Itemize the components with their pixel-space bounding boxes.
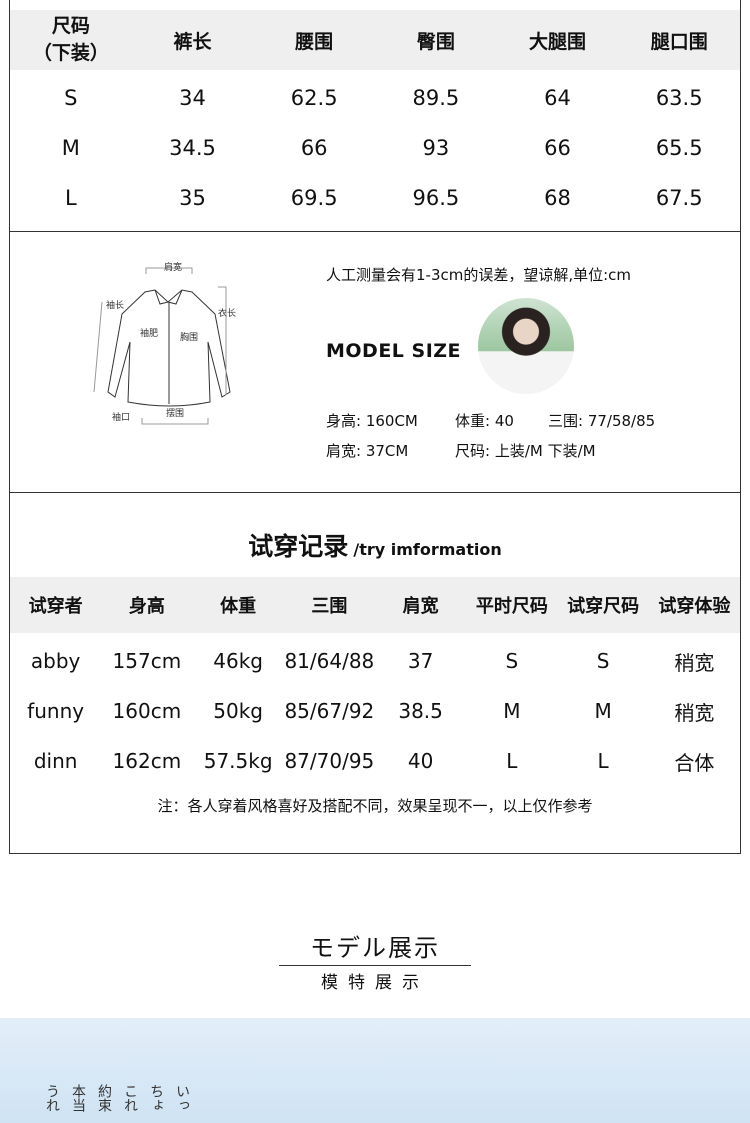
table-cell: 38.5 [398, 699, 443, 723]
table-cell: 162cm [112, 749, 182, 773]
size-table: 尺码 （下装） 裤长 腰围 臀围 大腿围 腿口围 S 34 62.5 89.5 64 63… [9, 0, 741, 232]
model-show-title: モデル展示 [310, 934, 440, 962]
try-on-note: 注：各人穿着风格喜好及搭配不同，效果呈现不一，以上仅作参考 [157, 797, 593, 815]
hero-text-column: うれ [44, 1084, 60, 1112]
measurement-note: 人工测量会有1-3cm的误差，望谅解,单位:cm [326, 266, 632, 284]
table-row: L 35 69.5 96.5 68 67.5 [10, 178, 740, 218]
table-cell: S [596, 649, 610, 673]
table-header-cell: 身高 [128, 596, 165, 617]
try-on-title-en: /try imformation [353, 540, 502, 559]
try-on-title-cn: 试穿记录 [248, 532, 349, 561]
try-on-section: 试穿记录 /try imformation 试穿者 身高 体重 三围 肩宽 平时尺码 试穿尺… [9, 492, 741, 854]
table-header-cell: 试穿尺码 [567, 596, 640, 617]
table-cell: 67.5 [655, 186, 703, 210]
table-cell: abby [30, 649, 81, 673]
table-cell: 66 [300, 136, 328, 160]
label-sleeve: 袖长 [106, 299, 124, 311]
model-photo [478, 298, 574, 394]
label-hem: 摆围 [166, 407, 184, 419]
table-cell: 34.5 [169, 136, 216, 160]
table-cell: 稍宽 [674, 650, 715, 675]
table-cell: 50kg [213, 699, 263, 723]
label-chest: 胸围 [180, 331, 198, 343]
table-row: dinn 162cm 57.5kg 87/70/95 40 L L 合体 [10, 741, 740, 781]
model-size-title: MODEL SIZE [326, 340, 462, 362]
table-cell: 81/64/88 [284, 649, 375, 673]
header-leg-opening: 腿口围 [650, 30, 708, 53]
table-cell: 89.5 [412, 86, 460, 110]
table-cell: 46kg [213, 649, 263, 673]
table-header-cell: 平时尺码 [475, 596, 548, 617]
divider [279, 965, 471, 966]
table-row: abby 157cm 46kg 81/64/88 37 S S 稍宽 [10, 641, 740, 681]
label-sleeve-width: 袖肥 [140, 327, 158, 339]
table-header-cell: 试穿体验 [658, 596, 731, 617]
table-cell: 68 [544, 186, 571, 210]
table-header-cell: 体重 [220, 596, 257, 617]
model-weight: 体重: 40 [455, 412, 514, 430]
table-cell: 63.5 [655, 86, 703, 110]
table-cell: dinn [33, 749, 78, 773]
header-thigh: 大腿围 [529, 30, 587, 53]
table-cell: 34 [179, 86, 206, 110]
table-cell: 87/70/95 [284, 749, 375, 773]
table-cell: 93 [422, 136, 450, 160]
label-shoulder: 肩宽 [164, 261, 182, 273]
table-header-cell: 肩宽 [402, 596, 439, 617]
table-cell: 157cm [112, 649, 182, 673]
table-cell: M [594, 699, 612, 723]
measurement-section: 肩宽 袖长 衣长 袖肥 胸围 摆围 袖口 人工测量会有1-3cm的误差，望谅解,… [9, 231, 741, 493]
table-cell: L [597, 749, 609, 773]
table-cell: 160cm [112, 699, 182, 723]
table-cell: L [506, 749, 518, 773]
label-cuff: 袖口 [112, 411, 130, 423]
table-cell: 稍宽 [674, 700, 715, 725]
table-cell: 57.5kg [203, 749, 273, 773]
header-pant-length: 裤长 [173, 30, 212, 53]
label-length: 衣长 [218, 307, 236, 319]
table-cell: 65.5 [655, 136, 703, 160]
hero-text-column: 約束 [96, 1084, 112, 1112]
table-row: M 34.5 66 93 66 65.5 [10, 128, 740, 168]
table-cell: L [64, 186, 77, 210]
model-hero-image: いっ ちょ これ 約束 本当 うれ [0, 1018, 750, 1123]
table-cell: 合体 [674, 750, 715, 775]
model-height: 身高: 160CM [326, 412, 418, 430]
table-header-cell: 试穿者 [28, 596, 83, 617]
table-cell: 69.5 [290, 186, 338, 210]
table-cell: funny [27, 699, 85, 723]
hero-text-column: これ [122, 1084, 138, 1112]
table-cell: M [61, 136, 80, 160]
table-row: funny 160cm 50kg 85/67/92 38.5 M M 稍宽 [10, 691, 740, 731]
model-measurements: 三围: 77/58/85 [548, 412, 656, 430]
header-size: 尺码 （下装） [32, 15, 109, 64]
table-row: S 34 62.5 89.5 64 63.5 [10, 78, 740, 118]
try-on-header: 试穿者 身高 体重 三围 肩宽 平时尺码 试穿尺码 试穿体验 [10, 577, 740, 633]
model-shoulder: 肩宽: 37CM [326, 442, 409, 460]
hero-text-column: 本当 [70, 1084, 86, 1112]
model-show-subtitle: 模特展示 [321, 973, 429, 993]
shirt-diagram: 肩宽 袖长 衣长 袖肥 胸围 摆围 袖口 [93, 261, 236, 425]
table-cell: S [505, 649, 519, 673]
hero-text-column: いっ [174, 1084, 190, 1112]
model-show-heading: モデル展示 模特展示 [0, 928, 750, 993]
size-table-header: 尺码 （下装） 裤长 腰围 臀围 大腿围 腿口围 [10, 10, 740, 70]
table-cell: 40 [407, 749, 434, 773]
table-cell: 66 [544, 136, 571, 160]
try-on-title: 试穿记录 /try imformation [10, 527, 740, 563]
model-size: 尺码: 上装/M 下装/M [455, 442, 596, 460]
table-cell: S [64, 86, 78, 110]
table-cell: 85/67/92 [284, 699, 375, 723]
header-waist: 腰围 [295, 30, 334, 53]
table-cell: 64 [544, 86, 571, 110]
table-header-cell: 三围 [311, 596, 348, 617]
hero-text-column: ちょ [148, 1084, 164, 1112]
table-cell: 62.5 [290, 86, 338, 110]
table-cell: 96.5 [412, 186, 460, 210]
table-cell: 37 [407, 649, 434, 673]
header-hip: 臀围 [416, 30, 455, 53]
table-cell: M [503, 699, 521, 723]
table-cell: 35 [179, 186, 206, 210]
